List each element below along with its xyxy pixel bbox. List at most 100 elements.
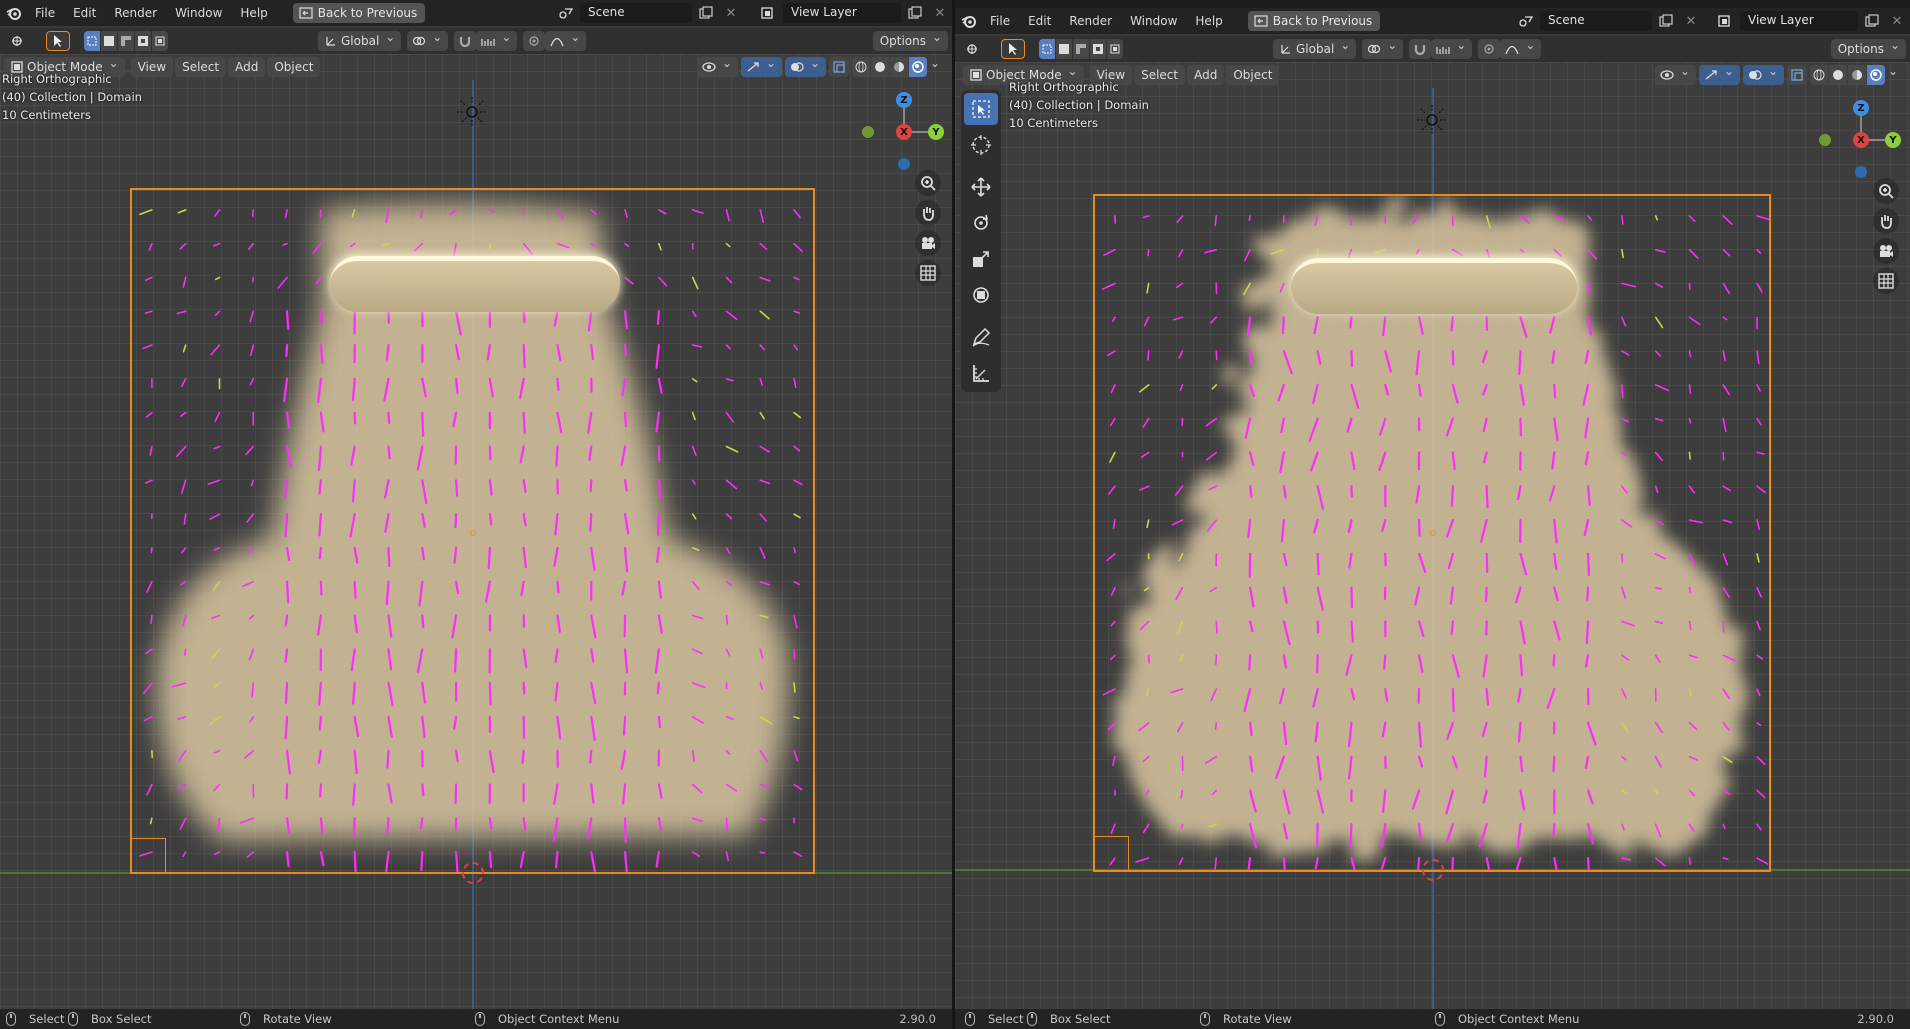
selection-subtract-icon[interactable] xyxy=(118,31,134,51)
3d-cursor-icon[interactable] xyxy=(462,862,484,884)
view-layer-selector[interactable]: View Layer ✕ xyxy=(758,3,951,23)
new-scene-icon[interactable] xyxy=(695,3,717,23)
annotate-tool[interactable] xyxy=(964,321,998,353)
gizmo-x-axis[interactable]: X xyxy=(896,124,912,140)
add-menu[interactable]: Add xyxy=(1187,65,1225,85)
scene-selector[interactable]: Scene ✕ xyxy=(555,3,742,23)
navigation-gizmo[interactable]: Z Y X xyxy=(860,90,944,170)
snap-target-dropdown[interactable] xyxy=(476,30,518,51)
menu-render[interactable]: Render xyxy=(107,3,164,23)
selection-difference-icon[interactable] xyxy=(1090,39,1106,59)
proportional-falloff-dropdown[interactable] xyxy=(545,30,587,51)
new-scene-icon[interactable] xyxy=(1655,11,1677,31)
material-shading-icon[interactable] xyxy=(890,57,908,77)
snap-toggle[interactable] xyxy=(1409,39,1432,59)
rendered-shading-icon[interactable] xyxy=(1867,65,1885,85)
options-dropdown[interactable]: Options xyxy=(1830,38,1906,59)
selection-difference-icon[interactable] xyxy=(135,31,151,51)
transform-orientation-dropdown[interactable]: Global xyxy=(1273,38,1357,59)
gizmo-z-axis[interactable]: Z xyxy=(1853,100,1869,116)
3d-viewport[interactable]: Object Mode View Select Add Object xyxy=(0,54,952,1009)
pan-hand-icon[interactable] xyxy=(1873,208,1899,234)
selection-subtract-icon[interactable] xyxy=(1073,39,1089,59)
rendered-shading-icon[interactable] xyxy=(909,57,927,77)
wireframe-shading-icon[interactable] xyxy=(852,57,870,77)
view-layer-name-field[interactable]: View Layer xyxy=(783,3,901,23)
scene-selector[interactable]: Scene ✕ xyxy=(1515,11,1702,31)
pan-hand-icon[interactable] xyxy=(915,200,941,226)
3d-viewport[interactable]: Object Mode View Select Add Object xyxy=(955,62,1910,1009)
smoke-emitter-object[interactable] xyxy=(1291,258,1577,314)
blender-logo-icon[interactable] xyxy=(4,3,24,23)
back-to-previous-button[interactable]: Back to Previous xyxy=(1247,11,1381,31)
menu-window[interactable]: Window xyxy=(1123,11,1184,31)
wireframe-shading-icon[interactable] xyxy=(1810,65,1828,85)
select-menu[interactable]: Select xyxy=(175,57,227,77)
object-menu[interactable]: Object xyxy=(267,57,321,77)
selection-set-icon[interactable] xyxy=(1039,39,1055,59)
overlays-dropdown[interactable] xyxy=(785,56,826,77)
snap-target-dropdown[interactable] xyxy=(1431,38,1473,59)
visibility-dropdown[interactable] xyxy=(697,56,738,77)
perspective-grid-icon[interactable] xyxy=(915,260,941,286)
new-view-layer-icon[interactable] xyxy=(904,3,926,23)
scene-name-field[interactable]: Scene xyxy=(1540,11,1652,31)
menu-edit[interactable]: Edit xyxy=(66,3,103,23)
transform-orientation-dropdown[interactable]: Global xyxy=(318,30,402,51)
remove-scene-icon[interactable]: ✕ xyxy=(720,3,742,23)
proportional-edit-toggle[interactable] xyxy=(1478,39,1501,59)
shading-options-dropdown[interactable] xyxy=(930,56,946,77)
measure-tool[interactable] xyxy=(964,357,998,389)
menu-edit[interactable]: Edit xyxy=(1021,11,1058,31)
3d-cursor-icon[interactable] xyxy=(1422,859,1444,881)
light-object-icon[interactable] xyxy=(454,94,490,130)
proportional-edit-toggle[interactable] xyxy=(523,31,546,51)
menu-help[interactable]: Help xyxy=(233,3,274,23)
visibility-dropdown[interactable] xyxy=(1655,64,1696,85)
zoom-icon[interactable] xyxy=(915,170,941,196)
gizmos-dropdown[interactable] xyxy=(1699,64,1740,85)
select-tool-button[interactable] xyxy=(1001,39,1025,59)
blender-logo-icon[interactable] xyxy=(959,11,979,31)
snap-toggle[interactable] xyxy=(454,31,477,51)
selection-intersect-icon[interactable] xyxy=(152,31,168,51)
menu-window[interactable]: Window xyxy=(168,3,229,23)
back-to-previous-button[interactable]: Back to Previous xyxy=(292,3,426,23)
cursor-tool[interactable] xyxy=(964,129,998,161)
rotate-tool[interactable] xyxy=(964,207,998,239)
menu-render[interactable]: Render xyxy=(1062,11,1119,31)
gizmo-y-axis[interactable]: Y xyxy=(928,124,944,140)
overlays-dropdown[interactable] xyxy=(1743,64,1784,85)
scene-name-field[interactable]: Scene xyxy=(580,3,692,23)
zoom-icon[interactable] xyxy=(1873,178,1899,204)
menu-file[interactable]: File xyxy=(28,3,62,23)
navigation-gizmo[interactable]: Z Y X xyxy=(1817,98,1901,178)
menu-file[interactable]: File xyxy=(983,11,1017,31)
gizmos-dropdown[interactable] xyxy=(741,56,782,77)
new-view-layer-icon[interactable] xyxy=(1861,11,1883,31)
selection-extend-icon[interactable] xyxy=(101,31,117,51)
xray-toggle[interactable] xyxy=(829,57,849,77)
material-shading-icon[interactable] xyxy=(1848,65,1866,85)
gizmo-neg-y-axis[interactable] xyxy=(1819,134,1831,146)
selection-set-icon[interactable] xyxy=(84,31,100,51)
pivot-point-dropdown[interactable] xyxy=(407,30,449,51)
camera-view-icon[interactable] xyxy=(1873,238,1899,264)
selection-extend-icon[interactable] xyxy=(1056,39,1072,59)
editor-type-button[interactable] xyxy=(959,39,987,59)
remove-view-layer-icon[interactable]: ✕ xyxy=(929,3,951,23)
perspective-grid-icon[interactable] xyxy=(1873,268,1899,294)
view-layer-name-field[interactable]: View Layer xyxy=(1740,11,1858,31)
remove-scene-icon[interactable]: ✕ xyxy=(1680,11,1702,31)
object-menu[interactable]: Object xyxy=(1226,65,1280,85)
remove-view-layer-icon[interactable]: ✕ xyxy=(1886,11,1908,31)
transform-tool[interactable] xyxy=(964,279,998,311)
gizmo-neg-y-axis[interactable] xyxy=(862,126,874,138)
select-box-tool[interactable] xyxy=(964,93,998,125)
solid-shading-icon[interactable] xyxy=(871,57,889,77)
shading-options-dropdown[interactable] xyxy=(1888,64,1904,85)
camera-view-icon[interactable] xyxy=(915,230,941,256)
gizmo-x-axis[interactable]: X xyxy=(1853,132,1869,148)
editor-type-button[interactable] xyxy=(4,31,32,51)
move-tool[interactable] xyxy=(964,171,998,203)
